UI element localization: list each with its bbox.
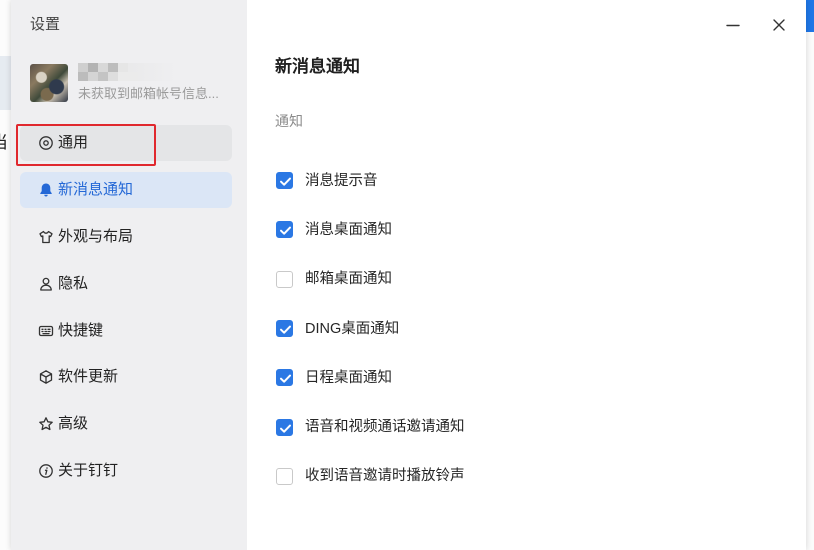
checkbox-ding-desktop-notification[interactable]: [276, 320, 293, 338]
checkbox-message-sound[interactable]: [276, 172, 293, 190]
avatar[interactable]: [30, 64, 68, 102]
background-window-right: [806, 0, 814, 550]
sidebar-item-about[interactable]: 关于钉钉: [20, 453, 232, 489]
settings-dialog: 设置 未获取到邮箱帐号信息... 通用 新消息通知 外观与布局 隐私 快捷键 软…: [11, 0, 806, 550]
option-label: 消息提示音: [305, 172, 378, 189]
option-label: DING桌面通知: [305, 320, 400, 337]
section-title: 通知: [275, 113, 303, 129]
check-icon: [280, 227, 291, 236]
notification-options: 消息提示音 消息桌面通知 邮箱桌面通知 DING桌面通知 日程桌面通知 语音和视…: [276, 156, 756, 501]
sidebar-item-general[interactable]: 通用: [20, 125, 232, 161]
option-message-sound[interactable]: 消息提示音: [276, 156, 756, 205]
option-label: 邮箱桌面通知: [305, 271, 392, 288]
main-panel: 新消息通知 通知 消息提示音 消息桌面通知 邮箱桌面通知 DING桌面通知 日程…: [247, 0, 806, 550]
checkbox-calendar-desktop-notification[interactable]: [276, 369, 293, 387]
background-text-fragment: 当: [0, 133, 8, 153]
option-label: 语音和视频通话邀请通知: [305, 419, 465, 436]
check-icon: [280, 374, 291, 384]
sidebar-item-label: 新消息通知: [58, 180, 134, 198]
option-label: 日程桌面通知: [305, 369, 392, 386]
check-icon: [280, 325, 291, 334]
check-icon: [280, 177, 291, 186]
option-call-invite-notification[interactable]: 语音和视频通话邀请通知: [276, 402, 756, 451]
option-message-desktop-notification[interactable]: 消息桌面通知: [276, 205, 756, 254]
sidebar-nav: 通用 新消息通知 外观与布局 隐私 快捷键 软件更新 高级 关于钉钉: [20, 125, 232, 500]
cube-icon: [38, 369, 54, 385]
background-window-left: 当: [0, 0, 11, 550]
checkbox-call-invite-notification[interactable]: [276, 418, 293, 436]
background-panel: [0, 56, 11, 110]
option-ding-desktop-notification[interactable]: DING桌面通知: [276, 304, 756, 353]
sidebar-item-software-update[interactable]: 软件更新: [20, 359, 232, 395]
keyboard-icon: [38, 323, 54, 339]
checkbox-voice-invite-ringtone[interactable]: [276, 467, 293, 485]
info-icon: [38, 463, 54, 479]
sidebar-item-label: 快捷键: [58, 321, 104, 339]
sidebar-item-label: 关于钉钉: [58, 462, 119, 480]
sidebar-item-shortcuts[interactable]: 快捷键: [20, 313, 232, 349]
minimize-button[interactable]: [724, 16, 742, 34]
checkbox-message-desktop-notification[interactable]: [276, 221, 293, 239]
window-title: 设置: [30, 16, 61, 33]
sidebar-item-label: 外观与布局: [58, 227, 134, 245]
star-icon: [38, 416, 54, 432]
sidebar-item-advanced[interactable]: 高级: [20, 406, 232, 442]
background-blue-bar: [806, 0, 814, 32]
check-icon: [280, 424, 291, 433]
checkbox-mailbox-desktop-notification[interactable]: [276, 270, 293, 288]
close-button[interactable]: [770, 16, 788, 34]
option-label: 收到语音邀请时播放铃声: [305, 468, 465, 485]
sidebar-item-label: 通用: [58, 134, 89, 151]
minimize-icon: [726, 24, 740, 27]
option-voice-invite-ringtone[interactable]: 收到语音邀请时播放铃声: [276, 452, 756, 501]
option-calendar-desktop-notification[interactable]: 日程桌面通知: [276, 353, 756, 402]
sidebar-item-label: 高级: [58, 415, 89, 433]
close-icon: [773, 19, 785, 31]
settings-icon: [38, 135, 54, 151]
page-title: 新消息通知: [275, 57, 360, 76]
bell-icon: [38, 182, 54, 198]
sidebar-item-label: 隐私: [58, 274, 89, 292]
sidebar-item-appearance-layout[interactable]: 外观与布局: [20, 219, 232, 255]
sidebar: 设置 未获取到邮箱帐号信息... 通用 新消息通知 外观与布局 隐私 快捷键 软…: [11, 0, 247, 550]
email-status-text: 未获取到邮箱帐号信息...: [78, 86, 219, 101]
sidebar-item-privacy[interactable]: 隐私: [20, 266, 232, 302]
option-mailbox-desktop-notification[interactable]: 邮箱桌面通知: [276, 255, 756, 304]
user-icon: [38, 276, 54, 292]
option-label: 消息桌面通知: [305, 221, 392, 238]
shirt-icon: [38, 229, 54, 245]
sidebar-item-label: 软件更新: [58, 368, 119, 386]
sidebar-item-new-message-notifications[interactable]: 新消息通知: [20, 171, 232, 208]
blurred-username: [78, 63, 176, 81]
